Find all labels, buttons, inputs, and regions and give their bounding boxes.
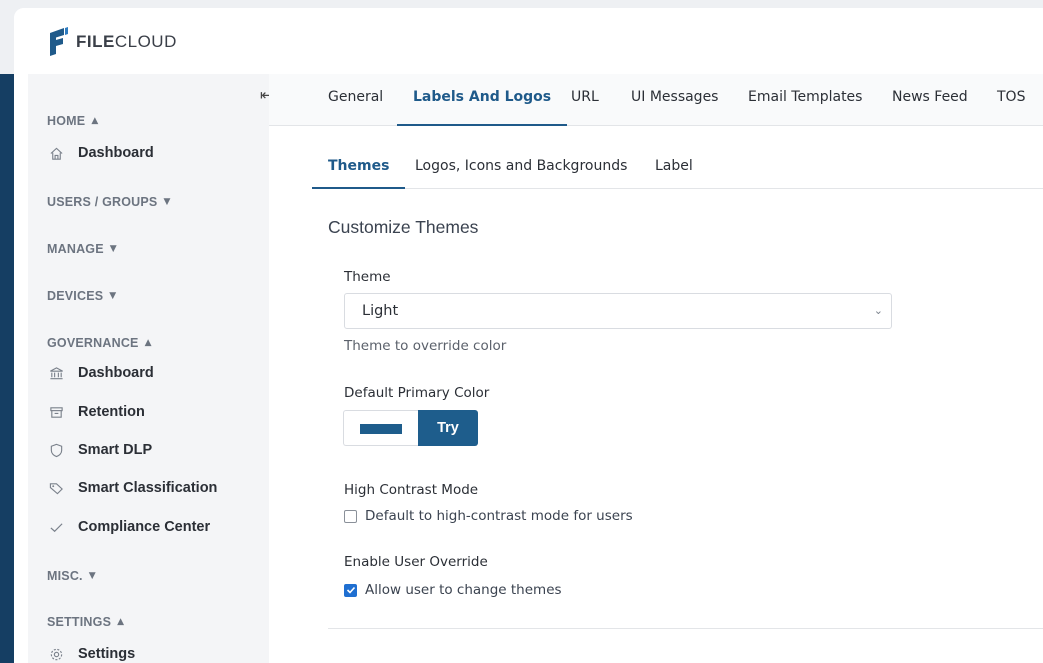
main-panel: General Labels And Logos URL UI Messages… xyxy=(269,74,1043,663)
sidebar-section-home[interactable]: HOME ▲ xyxy=(47,114,98,128)
tab-labels-and-logos[interactable]: Labels And Logos xyxy=(397,74,568,126)
primary-color-label: Default Primary Color xyxy=(344,385,490,401)
high-contrast-checkbox-label: Default to high-contrast mode for users xyxy=(365,508,633,524)
high-contrast-checkbox[interactable] xyxy=(344,509,357,523)
caret-up-icon: ▲ xyxy=(117,617,125,627)
sidebar-item-governance-dashboard[interactable]: Dashboard xyxy=(48,365,154,381)
bank-icon xyxy=(48,365,64,381)
shield-icon xyxy=(48,442,64,458)
subtab-themes[interactable]: Themes xyxy=(312,126,406,189)
sidebar-item-compliance-center[interactable]: Compliance Center xyxy=(48,519,210,535)
sidebar-item-smart-dlp[interactable]: Smart DLP xyxy=(48,442,152,458)
tags-icon xyxy=(48,480,64,496)
high-contrast-label: High Contrast Mode xyxy=(344,482,479,498)
home-icon xyxy=(48,145,64,161)
gear-icon xyxy=(48,646,64,662)
sidebar-item-settings[interactable]: Settings xyxy=(48,646,135,662)
page-title: Customize Themes xyxy=(328,217,479,237)
sidebar-section-governance[interactable]: GOVERNANCE ▲ xyxy=(47,336,152,350)
user-override-checkbox[interactable] xyxy=(344,583,357,597)
sidebar: ⇤ HOME ▲ Dashboard USERS / GROUPS ▼ MANAGE… xyxy=(28,74,283,663)
caret-up-icon: ▲ xyxy=(144,338,152,348)
theme-label: Theme xyxy=(344,269,391,285)
try-button[interactable]: Try xyxy=(418,410,478,446)
logo-text: FILECLOUD xyxy=(76,32,177,51)
user-override-label: Enable User Override xyxy=(344,554,488,570)
tab-tos[interactable]: TOS xyxy=(997,74,1025,126)
subtab-label[interactable]: Label xyxy=(655,126,693,189)
sidebar-section-users-groups[interactable]: USERS / GROUPS ▼ xyxy=(47,195,171,209)
tab-url[interactable]: URL xyxy=(571,74,599,126)
primary-color-swatch xyxy=(360,424,402,434)
filecloud-logo-icon xyxy=(50,27,68,56)
high-contrast-checkbox-row[interactable]: Default to high-contrast mode for users xyxy=(344,508,633,524)
labels-subtabs: Themes Logos, Icons and Backgrounds Labe… xyxy=(312,126,1043,189)
theme-select-value: Light xyxy=(362,303,399,319)
caret-down-icon: ▼ xyxy=(109,291,117,301)
left-accent-strip xyxy=(0,74,14,663)
section-divider xyxy=(328,628,1043,629)
sidebar-section-devices[interactable]: DEVICES ▼ xyxy=(47,289,116,303)
caret-down-icon: ▼ xyxy=(109,244,117,254)
chevron-down-icon: ⌄ xyxy=(873,304,883,317)
app-window: FILECLOUD ⇤ HOME ▲ Dashboard USERS / GROU… xyxy=(14,8,1043,663)
tab-news-feed[interactable]: News Feed xyxy=(892,74,968,126)
top-bar: FILECLOUD xyxy=(14,8,1043,74)
filecloud-logo[interactable]: FILECLOUD xyxy=(48,27,177,57)
sidebar-section-misc[interactable]: MISC. ▼ xyxy=(47,569,96,583)
subtab-logos-icons-backgrounds[interactable]: Logos, Icons and Backgrounds xyxy=(415,126,627,189)
settings-tabs: General Labels And Logos URL UI Messages… xyxy=(269,74,1043,126)
tab-ui-messages[interactable]: UI Messages xyxy=(631,74,718,126)
sidebar-item-retention[interactable]: Retention xyxy=(48,404,145,420)
user-override-checkbox-row[interactable]: Allow user to change themes xyxy=(344,582,562,598)
tab-email-templates[interactable]: Email Templates xyxy=(748,74,862,126)
sidebar-section-settings[interactable]: SETTINGS ▲ xyxy=(47,615,124,629)
user-override-checkbox-label: Allow user to change themes xyxy=(365,582,562,598)
sidebar-item-smart-classification[interactable]: Smart Classification xyxy=(48,480,217,496)
sidebar-item-home-dashboard[interactable]: Dashboard xyxy=(48,145,154,161)
theme-help-text: Theme to override color xyxy=(344,338,507,354)
caret-down-icon: ▼ xyxy=(163,197,171,207)
theme-select[interactable]: Light ⌄ xyxy=(344,293,892,329)
archive-icon xyxy=(48,404,64,420)
caret-up-icon: ▲ xyxy=(91,116,99,126)
tab-general[interactable]: General xyxy=(328,74,383,126)
check-icon xyxy=(48,519,64,535)
sidebar-section-manage[interactable]: MANAGE ▼ xyxy=(47,242,117,256)
primary-color-picker[interactable] xyxy=(343,410,418,446)
caret-down-icon: ▼ xyxy=(88,571,96,581)
